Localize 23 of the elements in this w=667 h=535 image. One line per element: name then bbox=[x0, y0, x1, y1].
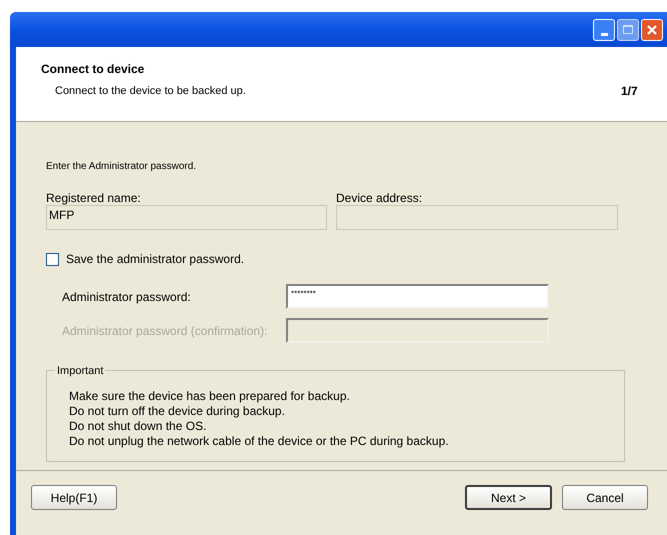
minimize-button[interactable] bbox=[593, 18, 615, 40]
password-field[interactable]: ******** bbox=[286, 284, 549, 309]
notice-line: Do not turn off the device during backup. bbox=[69, 404, 286, 419]
notice-line: Do not shut down the OS. bbox=[69, 419, 208, 434]
save-password-checkbox[interactable] bbox=[46, 252, 59, 266]
field-label: Administrator password: bbox=[62, 288, 192, 306]
close-button[interactable] bbox=[641, 18, 663, 40]
notice-line: Make sure the device has been prepared for backup. bbox=[69, 389, 351, 404]
field-label: Administrator password (confirmation): bbox=[62, 322, 268, 340]
help-button[interactable]: Help(F1) bbox=[31, 485, 117, 510]
next-button[interactable]: Next > bbox=[465, 485, 552, 510]
step-counter: 1/7 bbox=[621, 83, 638, 100]
field-label: Registered name: bbox=[46, 190, 142, 203]
page-subtitle: Connect to the device to be backed up. bbox=[55, 84, 246, 99]
page-title: Connect to device bbox=[41, 61, 144, 78]
checkbox-label[interactable]: Save the administrator password. bbox=[66, 250, 244, 268]
group-legend: Important bbox=[55, 363, 106, 380]
close-icon bbox=[646, 24, 658, 36]
cancel-button[interactable]: Cancel bbox=[562, 485, 648, 510]
field-label: Device address: bbox=[336, 190, 424, 203]
maximize-button[interactable] bbox=[617, 18, 639, 40]
notice-line: Do not unplug the network cable of the device or the PC during backup. bbox=[69, 434, 450, 449]
instruction-text: Enter the Administrator password. bbox=[46, 160, 198, 173]
